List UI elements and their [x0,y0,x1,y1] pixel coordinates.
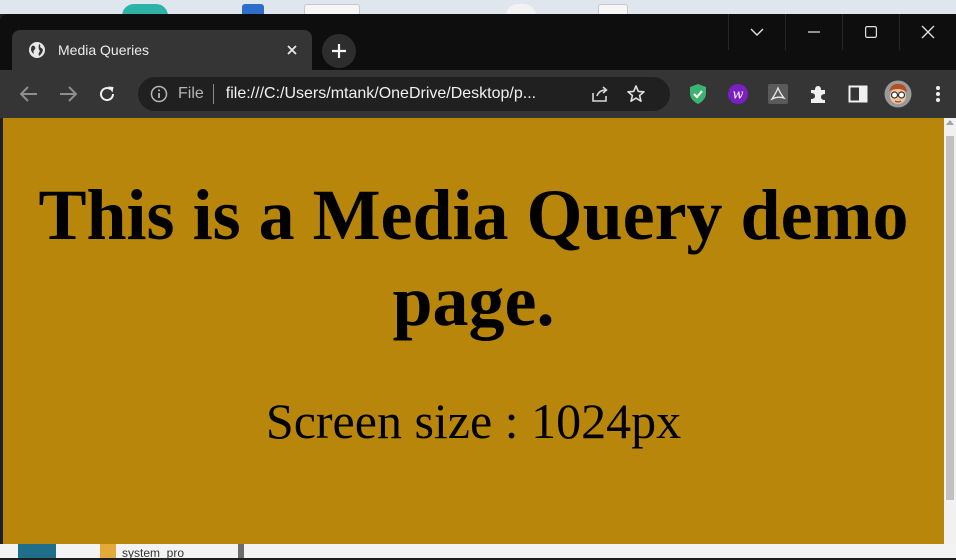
reload-button[interactable] [91,78,123,110]
minimize-icon [808,31,820,33]
globe-icon [28,41,46,59]
maximize-icon [865,26,877,38]
extensions-area: w [682,78,954,110]
profile-avatar[interactable] [882,78,914,110]
tab-strip: Media Queries [0,14,956,70]
browser-toolbar: File file:///C:/Users/mtank/OneDrive/Des… [0,70,956,118]
url-text[interactable]: file:///C:/Users/mtank/OneDrive/Desktop/… [226,85,578,103]
back-button[interactable] [13,78,45,110]
page-heading: This is a Media Query demo page. [38,175,909,341]
svg-text:w: w [732,88,743,103]
scroll-thumb[interactable] [946,136,954,500]
page-content: This is a Media Query demo page. Screen … [3,118,944,558]
screen-size-text: Screen size : 1024px [265,393,682,449]
reload-icon [100,86,115,102]
desktop-background-top [0,0,956,16]
tab-search-button[interactable] [728,14,785,50]
pdf-extension-icon[interactable] [762,78,794,110]
close-window-button[interactable] [899,14,956,50]
window-controls [728,14,956,50]
share-icon[interactable] [586,80,614,108]
menu-kebab-icon[interactable] [922,78,954,110]
maximize-button[interactable] [842,14,899,50]
browser-window: Media Queries File file:///C:/Users/mtan… [0,14,956,558]
plus-icon [332,44,346,58]
divider [238,544,244,558]
arrow-right-icon [60,86,77,102]
info-icon[interactable] [150,85,168,103]
close-tab-icon[interactable] [280,38,304,62]
sidepanel-icon[interactable] [842,78,874,110]
tab-title: Media Queries [58,42,150,58]
vertical-scrollbar[interactable] [944,118,956,558]
desktop-app-icon [18,544,56,558]
scroll-up-arrow-icon[interactable] [946,120,954,125]
minimize-button[interactable] [785,14,842,50]
shield-extension-icon[interactable] [682,78,714,110]
close-icon [921,25,935,39]
chevron-down-icon [750,28,764,36]
desktop-background-bottom: system_pro [0,544,956,560]
forward-button[interactable] [52,78,84,110]
w-extension-icon[interactable]: w [722,78,754,110]
puzzle-icon[interactable] [802,78,834,110]
bookmark-star-icon[interactable] [622,80,650,108]
address-bar[interactable]: File file:///C:/Users/mtank/OneDrive/Des… [138,77,670,111]
new-tab-button[interactable] [322,34,356,68]
arrow-left-icon [20,86,37,102]
tab-media-queries[interactable]: Media Queries [12,30,312,70]
scheme-label: File [178,85,204,102]
folder-icon [100,544,116,558]
divider [212,84,214,104]
